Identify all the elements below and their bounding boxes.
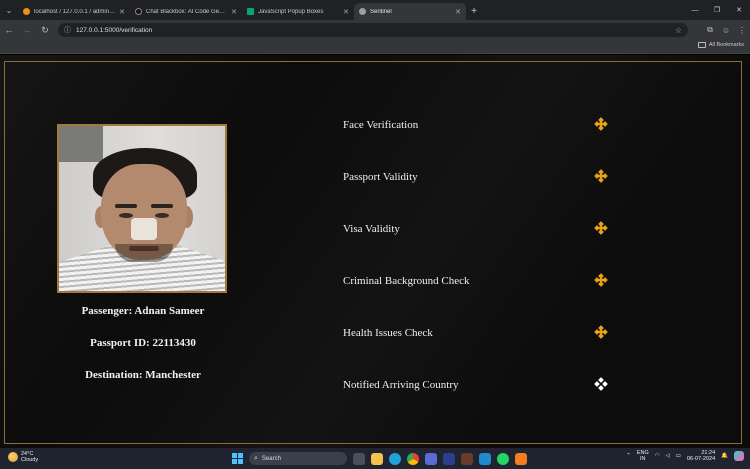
minimize-icon[interactable]: — — [684, 0, 706, 20]
url-text: 127.0.0.1:5000/verification — [76, 26, 153, 34]
new-tab-button[interactable]: + — [466, 3, 482, 20]
volume-icon[interactable]: ◁ — [666, 453, 670, 459]
folder-icon — [697, 42, 706, 48]
phpmyadmin-favicon-icon — [23, 8, 30, 15]
tab-title: Sentinel — [370, 8, 392, 15]
maximize-icon[interactable]: ❐ — [706, 0, 728, 20]
close-window-icon[interactable]: ✕ — [728, 0, 750, 20]
reload-icon[interactable]: ↻ — [36, 20, 54, 40]
address-bar[interactable]: ⓘ 127.0.0.1:5000/verification ☆ — [58, 23, 688, 37]
check-status-icon — [594, 377, 608, 391]
all-bookmarks-label: All Bookmarks — [708, 42, 744, 48]
weather-text: 24°C Cloudy — [21, 451, 38, 463]
vscode-icon[interactable] — [479, 452, 491, 465]
check-status-icon — [594, 221, 608, 235]
all-bookmarks-button[interactable]: All Bookmarks — [697, 42, 744, 48]
check-health-issues: Health Issues Check — [343, 327, 433, 339]
close-tab-icon[interactable]: ✕ — [455, 8, 461, 16]
check-status-icon — [594, 273, 608, 287]
weather-widget[interactable]: 24°C Cloudy — [8, 451, 38, 463]
profile-icon[interactable]: ☺ — [718, 20, 734, 40]
battery-icon[interactable]: ▭ — [676, 453, 681, 459]
passenger-photo — [57, 124, 227, 293]
bookmark-star-icon[interactable]: ☆ — [675, 26, 682, 35]
weather-desc: Cloudy — [21, 457, 39, 463]
cloudy-weather-icon — [8, 452, 18, 462]
passport-id: Passport ID: 22113430 — [90, 337, 196, 349]
chrome-icon[interactable] — [407, 452, 419, 465]
forward-icon[interactable]: → — [18, 20, 36, 40]
tab-w3schools[interactable]: JavaScript Popup Boxes ✕ — [242, 3, 354, 20]
check-criminal-background: Criminal Background Check — [343, 275, 470, 287]
check-status-icon — [594, 169, 608, 183]
wifi-icon[interactable]: ◠ — [655, 453, 660, 459]
tab-sentinel[interactable]: Sentinel ✕ — [354, 3, 466, 20]
tab-title: Chat Blackbox: AI Code Generation... — [146, 8, 227, 15]
blackbox-favicon-icon — [135, 8, 142, 15]
windows-start-icon[interactable] — [232, 453, 243, 464]
tab-title: localhost / 127.0.0.1 / admin_db / ... — [34, 8, 115, 15]
clock-date: 06-07-2024 — [687, 456, 716, 462]
tab-title: JavaScript Popup Boxes — [258, 8, 324, 15]
taskbar-apps: ⌕ Search — [232, 450, 527, 467]
check-face-verification: Face Verification — [343, 119, 419, 131]
check-notified-arriving-country: Notified Arriving Country — [343, 379, 459, 391]
check-visa-validity: Visa Validity — [343, 223, 400, 235]
copilot-icon[interactable] — [734, 451, 744, 461]
whatsapp-icon[interactable] — [497, 452, 509, 465]
taskbar-search[interactable]: ⌕ Search — [249, 452, 347, 465]
clock[interactable]: 21:24 06-07-2024 — [687, 450, 715, 462]
browser-toolbar: ← → ↻ ⓘ 127.0.0.1:5000/verification ☆ ⧉ … — [0, 20, 750, 40]
menu-icon[interactable]: ⋮ — [734, 20, 750, 40]
file-explorer-icon[interactable] — [371, 452, 383, 465]
close-tab-icon[interactable]: ✕ — [231, 8, 237, 16]
destination: Destination: Manchester — [85, 369, 201, 381]
check-passport-validity: Passport Validity — [343, 171, 418, 183]
taskbar: 24°C Cloudy ⌕ Search ⌃ ENG IN ◠ ◁ ▭ 21:2… — [0, 448, 750, 469]
window-controls: — ❐ ✕ — [684, 0, 750, 20]
task-view-icon[interactable] — [353, 452, 365, 465]
store-icon[interactable] — [425, 452, 437, 465]
tab-search-icon[interactable]: ⌄ — [0, 0, 18, 20]
terminal-icon[interactable] — [461, 452, 473, 465]
tab-blackbox[interactable]: Chat Blackbox: AI Code Generation... ✕ — [130, 3, 242, 20]
extensions-icon[interactable]: ⧉ — [702, 20, 718, 40]
back-icon[interactable]: ← — [0, 20, 18, 40]
edge-icon[interactable] — [389, 452, 401, 465]
language-indicator[interactable]: ENG IN — [637, 450, 649, 462]
search-icon: ⌕ — [254, 454, 258, 462]
lang-bottom: IN — [640, 456, 646, 462]
search-placeholder: Search — [261, 455, 281, 462]
bookmarks-bar: All Bookmarks — [0, 40, 750, 54]
xampp-icon[interactable] — [515, 452, 527, 465]
passenger-name: Passenger: Adnan Sameer — [81, 305, 205, 317]
close-tab-icon[interactable]: ✕ — [119, 8, 125, 16]
site-info-icon[interactable]: ⓘ — [64, 25, 71, 35]
launcher-icon[interactable] — [443, 452, 455, 465]
close-tab-icon[interactable]: ✕ — [343, 8, 349, 16]
verification-page: Passenger: Adnan Sameer Passport ID: 221… — [0, 55, 750, 448]
show-hidden-icons-icon[interactable]: ⌃ — [626, 453, 631, 459]
tab-strip: ⌄ localhost / 127.0.0.1 / admin_db / ...… — [0, 0, 750, 20]
notification-bell-icon[interactable]: 🔔 — [721, 453, 728, 459]
tab-phpmyadmin[interactable]: localhost / 127.0.0.1 / admin_db / ... ✕ — [18, 3, 130, 20]
system-tray: ⌃ ENG IN ◠ ◁ ▭ 21:24 06-07-2024 🔔 — [626, 450, 744, 462]
w3schools-favicon-icon — [247, 8, 254, 15]
check-status-icon — [594, 117, 608, 131]
globe-favicon-icon — [359, 8, 366, 15]
check-status-icon — [594, 325, 608, 339]
